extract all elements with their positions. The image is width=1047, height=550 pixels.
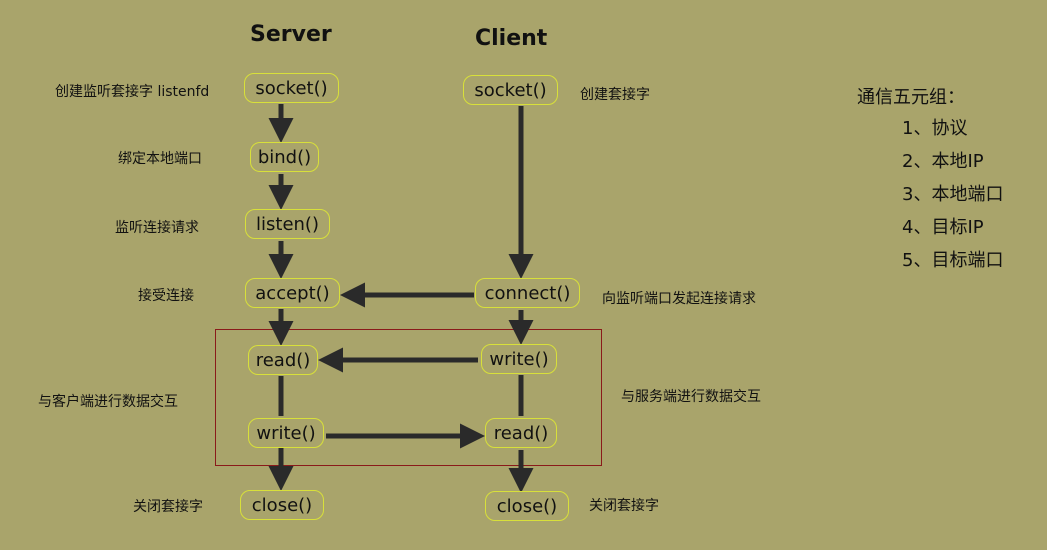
server-socket-box: socket() [244,73,339,103]
client-socket-box: socket() [463,75,558,105]
client-read-box: read() [485,418,557,448]
server-write-box: write() [248,418,324,448]
server-bind-box: bind() [250,142,319,172]
server-read-box: read() [248,345,318,375]
server-listen-box: listen() [245,209,330,239]
client-connect-box: connect() [475,278,580,308]
client-close-box: close() [485,491,569,521]
client-write-box: write() [481,344,557,374]
server-close-box: close() [240,490,324,520]
server-accept-box: accept() [245,278,340,308]
